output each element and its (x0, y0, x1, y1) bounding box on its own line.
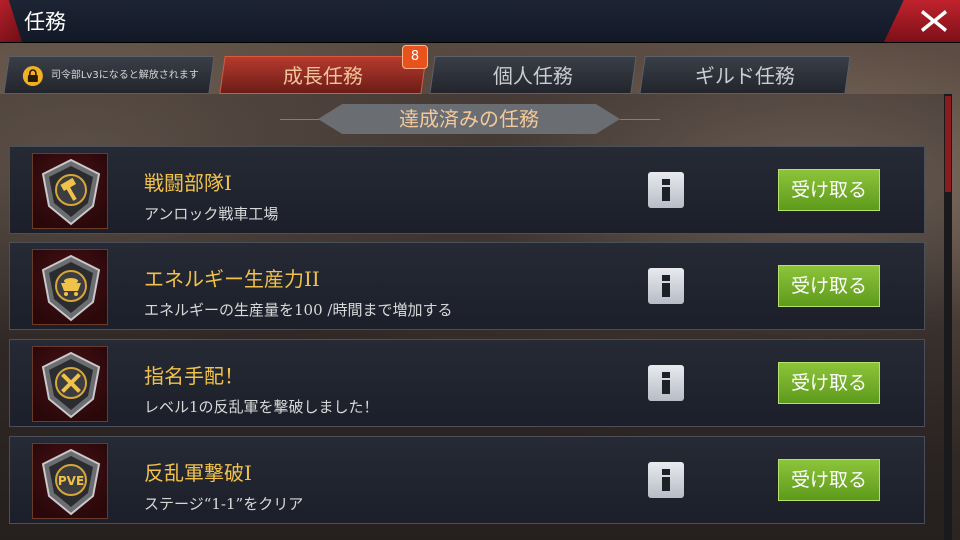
info-button[interactable] (648, 172, 684, 208)
divider (620, 119, 660, 120)
window-title: 任務 (24, 10, 66, 34)
tab-personal-missions[interactable]: 個人任務 (429, 56, 637, 94)
section-title: 達成済みの任務 (399, 107, 539, 131)
mission-title: エネルギー生産力II (144, 267, 320, 291)
mission-title: 指名手配！ (144, 364, 244, 388)
info-icon (662, 275, 670, 297)
tab-locked[interactable]: 司令部Lv3になると解放されます (3, 56, 215, 94)
info-button[interactable] (648, 462, 684, 498)
close-icon (921, 10, 947, 32)
hammer-emblem-icon (32, 153, 108, 229)
mission-row: 戦闘部隊I アンロック戦車工場 受け取る (9, 146, 925, 234)
tab-label: ギルド任務 (694, 64, 795, 88)
svg-text:PVE: PVE (58, 474, 84, 488)
claim-button[interactable]: 受け取る (778, 459, 880, 501)
info-icon (662, 179, 670, 201)
claim-button[interactable]: 受け取る (778, 362, 880, 404)
scrollbar[interactable] (944, 94, 952, 540)
mission-title: 戦闘部隊I (144, 171, 232, 195)
mission-description: レベル1の反乱軍を撃破しました！ (144, 398, 379, 416)
info-icon (662, 372, 670, 394)
title-bar: 任務 (0, 0, 960, 43)
tab-label: 個人任務 (492, 64, 573, 88)
info-icon (662, 469, 670, 491)
mission-row: 指名手配！ レベル1の反乱軍を撃破しました！ 受け取る (9, 339, 925, 427)
tab-label: 成長任務 (282, 64, 363, 88)
mission-description: エネルギーの生産量を100 /時間まで増加する (144, 301, 453, 319)
tab-guild-missions[interactable]: ギルド任務 (639, 56, 851, 94)
claim-button[interactable]: 受け取る (778, 265, 880, 307)
pve-emblem-icon: PVE (32, 443, 108, 519)
mission-description: ステージ“1-1”をクリア (144, 495, 304, 513)
tab-locked-label: 司令部Lv3になると解放されます (50, 70, 199, 81)
mission-description: アンロック戦車工場 (144, 205, 279, 223)
lock-icon (22, 66, 43, 86)
mission-row: エネルギー生産力II エネルギーの生産量を100 /時間まで増加する 受け取る (9, 242, 925, 330)
ore-cart-emblem-icon (32, 249, 108, 325)
title-accent (0, 0, 22, 42)
info-button[interactable] (648, 365, 684, 401)
tab-growth-missions[interactable]: 成長任務 (219, 56, 427, 94)
claim-button[interactable]: 受け取る (778, 169, 880, 211)
mission-row: PVE 反乱軍撃破I ステージ“1-1”をクリア 受け取る (9, 436, 925, 524)
scrollbar-thumb[interactable] (945, 96, 951, 192)
mission-title: 反乱軍撃破I (144, 461, 252, 485)
divider (280, 119, 320, 120)
info-button[interactable] (648, 268, 684, 304)
tab-bar: 司令部Lv3になると解放されます 成長任務 個人任務 ギルド任務 (0, 56, 960, 94)
notification-badge: 8 (402, 45, 428, 69)
section-header: 達成済みの任務 (280, 104, 660, 134)
crossed-swords-emblem-icon (32, 346, 108, 422)
